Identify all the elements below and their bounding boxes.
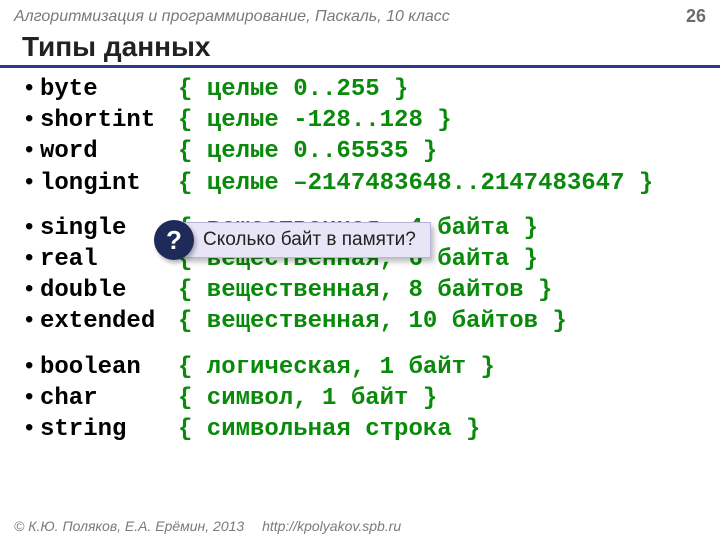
type-row: • word { целые 0..65535 }: [22, 136, 698, 167]
bullet-icon: •: [22, 383, 40, 414]
type-name: extended: [40, 306, 178, 337]
slide-title: Типы данных: [0, 29, 720, 68]
type-name: shortint: [40, 105, 178, 136]
type-row: • boolean { логическая, 1 байт }: [22, 352, 698, 383]
footer-link: http://kpolyakov.spb.ru: [262, 518, 401, 534]
type-row: • string { символьная строка }: [22, 414, 698, 445]
slide-header: Алгоритмизация и программирование, Паска…: [0, 0, 720, 29]
bullet-icon: •: [22, 275, 40, 306]
callout: ? Сколько байт в памяти?: [154, 220, 431, 260]
callout-text: Сколько байт в памяти?: [182, 222, 431, 258]
bullet-icon: •: [22, 105, 40, 136]
type-comment: { вещественная, 10 байтов }: [178, 306, 567, 337]
type-name: double: [40, 275, 178, 306]
type-name: word: [40, 136, 178, 167]
slide-footer: © К.Ю. Поляков, Е.А. Ерёмин, 2013 http:/…: [14, 518, 401, 534]
type-row: • extended { вещественная, 10 байтов }: [22, 306, 698, 337]
page-number: 26: [686, 6, 706, 27]
bullet-icon: •: [22, 213, 40, 244]
type-name: longint: [40, 168, 178, 199]
bullet-icon: •: [22, 74, 40, 105]
type-group-other: • boolean { логическая, 1 байт } • char …: [22, 352, 698, 446]
bullet-icon: •: [22, 136, 40, 167]
question-mark-icon: ?: [154, 220, 194, 260]
type-comment: { целые 0..65535 }: [178, 136, 437, 167]
type-comment: { вещественная, 8 байтов }: [178, 275, 552, 306]
type-name: byte: [40, 74, 178, 105]
copyright: © К.Ю. Поляков, Е.А. Ерёмин, 2013: [14, 518, 244, 534]
bullet-icon: •: [22, 414, 40, 445]
type-group-integers: • byte { целые 0..255 } • shortint { цел…: [22, 74, 698, 199]
type-comment: { логическая, 1 байт }: [178, 352, 495, 383]
type-comment: { целые –2147483648..2147483647 }: [178, 168, 653, 199]
type-row: • shortint { целые -128..128 }: [22, 105, 698, 136]
type-row: • char { символ, 1 байт }: [22, 383, 698, 414]
type-name: boolean: [40, 352, 178, 383]
type-row: • byte { целые 0..255 }: [22, 74, 698, 105]
type-comment: { символьная строка }: [178, 414, 480, 445]
type-row: • double { вещественная, 8 байтов }: [22, 275, 698, 306]
type-name: string: [40, 414, 178, 445]
type-comment: { целые 0..255 }: [178, 74, 408, 105]
course-label: Алгоритмизация и программирование, Паска…: [14, 8, 450, 26]
bullet-icon: •: [22, 306, 40, 337]
bullet-icon: •: [22, 352, 40, 383]
bullet-icon: •: [22, 244, 40, 275]
bullet-icon: •: [22, 168, 40, 199]
type-name: char: [40, 383, 178, 414]
type-row: • longint { целые –2147483648..214748364…: [22, 168, 698, 199]
type-comment: { целые -128..128 }: [178, 105, 452, 136]
type-comment: { символ, 1 байт }: [178, 383, 437, 414]
